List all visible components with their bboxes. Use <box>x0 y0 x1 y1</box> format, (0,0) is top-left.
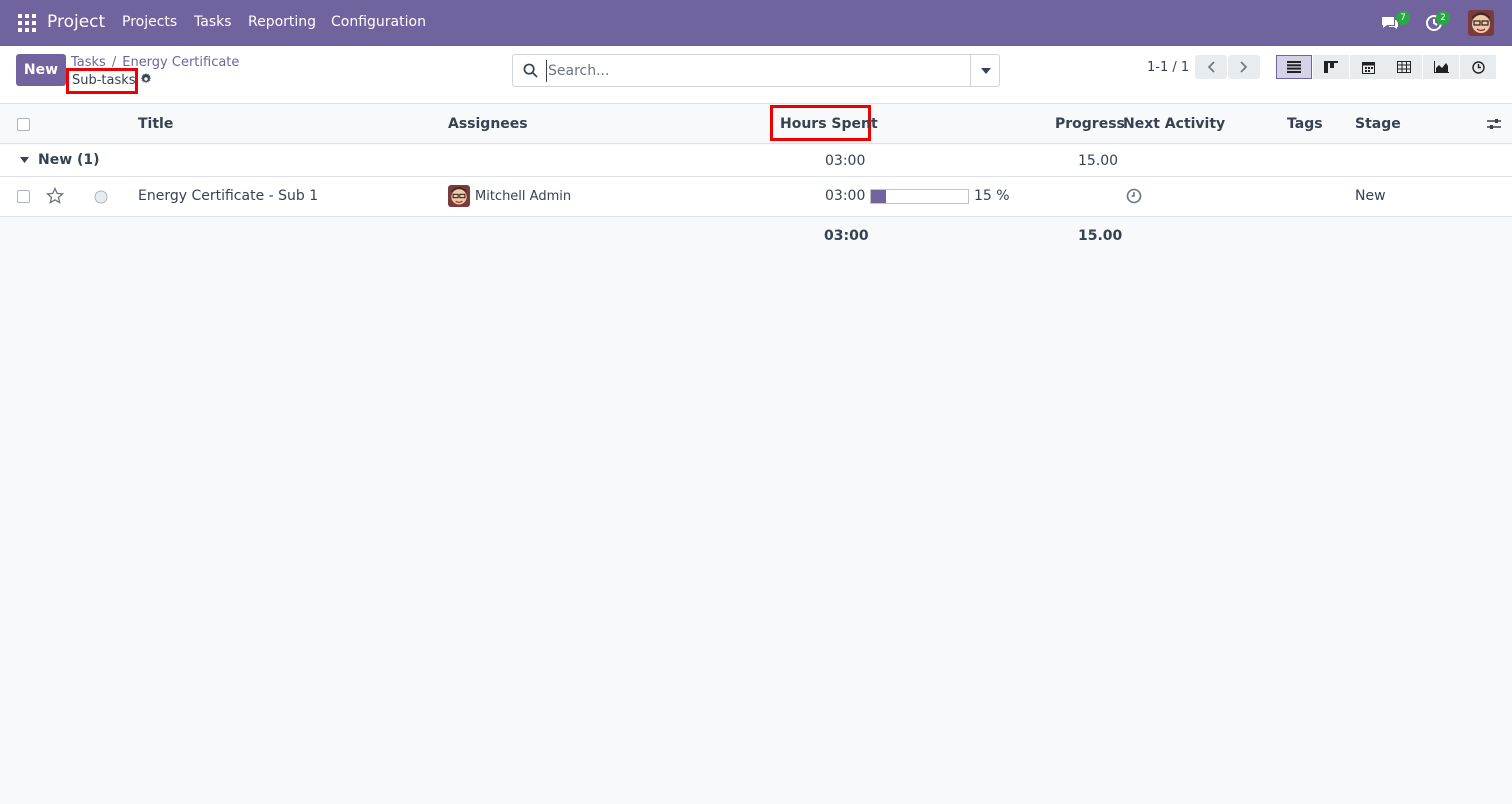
column-progress[interactable]: Progress <box>1055 116 1125 132</box>
menu-projects[interactable]: Projects <box>122 14 177 30</box>
progress-bar <box>870 189 969 204</box>
view-pivot-button[interactable] <box>1386 55 1422 79</box>
row-title: Energy Certificate - Sub 1 <box>138 188 319 204</box>
total-hours: 03:00 <box>824 228 869 244</box>
table-row[interactable]: Energy Certificate - Sub 1 Mitchell Admi… <box>0 177 1512 217</box>
search-options-toggle[interactable] <box>970 55 1000 86</box>
optional-columns-icon[interactable] <box>1487 117 1501 131</box>
view-list-button[interactable] <box>1276 55 1312 79</box>
group-label: New (1) <box>38 152 100 168</box>
chevron-right-icon <box>1240 61 1248 73</box>
total-progress: 15.00 <box>1078 228 1123 244</box>
column-stage[interactable]: Stage <box>1355 116 1401 132</box>
view-activity-button[interactable] <box>1460 55 1496 79</box>
search-icon <box>523 63 538 78</box>
search-bar <box>512 54 1000 87</box>
column-next-activity[interactable]: Next Activity <box>1123 116 1225 132</box>
pager-next-button[interactable] <box>1228 55 1260 79</box>
star-icon[interactable] <box>46 187 64 205</box>
top-navbar: Project Projects Tasks Reporting Configu… <box>0 0 1512 46</box>
list-header: Title Assignees Hours Spent Progress Nex… <box>0 105 1512 144</box>
page-title: Sub-tasks <box>66 68 138 94</box>
user-avatar[interactable] <box>1468 10 1494 36</box>
row-hours: 03:00 <box>825 188 866 204</box>
pager-previous-button[interactable] <box>1195 55 1227 79</box>
column-hours-spent[interactable]: Hours Spent <box>780 116 878 132</box>
group-progress: 15.00 <box>1078 153 1119 169</box>
list-footer: 03:00 15.00 <box>0 217 1512 253</box>
view-graph-button[interactable] <box>1423 55 1459 79</box>
app-brand[interactable]: Project <box>47 12 105 32</box>
pivot-view-icon <box>1397 61 1411 73</box>
select-all-checkbox[interactable] <box>17 118 30 131</box>
graph-view-icon <box>1433 61 1449 73</box>
menu-configuration[interactable]: Configuration <box>331 14 426 30</box>
group-hours: 03:00 <box>825 153 866 169</box>
row-stage: New <box>1355 188 1386 204</box>
gear-icon[interactable] <box>139 72 153 86</box>
pager-value[interactable]: 1-1 / 1 <box>1147 60 1189 75</box>
row-progress-label: 15 % <box>974 188 1010 204</box>
menu-reporting[interactable]: Reporting <box>248 14 316 30</box>
caret-down-icon <box>980 67 991 74</box>
status-circle-icon[interactable] <box>94 190 108 204</box>
row-checkbox[interactable] <box>17 190 30 203</box>
list-view-icon <box>1287 61 1301 73</box>
view-calendar-button[interactable] <box>1350 55 1386 79</box>
column-tags[interactable]: Tags <box>1287 116 1323 132</box>
kanban-view-icon <box>1324 61 1338 73</box>
chevron-left-icon <box>1207 61 1215 73</box>
progress-fill <box>871 190 886 203</box>
activity-view-icon <box>1471 60 1485 74</box>
breadcrumb-energy-certificate[interactable]: Energy Certificate <box>122 55 239 70</box>
column-assignees[interactable]: Assignees <box>448 116 528 132</box>
group-row[interactable]: New (1) 03:00 15.00 <box>0 145 1512 177</box>
calendar-view-icon <box>1361 61 1375 74</box>
column-title[interactable]: Title <box>138 116 173 132</box>
activities-badge: 2 <box>1436 11 1450 25</box>
view-kanban-button[interactable] <box>1313 55 1349 79</box>
row-assignee: Mitchell Admin <box>475 189 572 204</box>
clock-icon[interactable] <box>1126 188 1142 204</box>
menu-tasks[interactable]: Tasks <box>194 14 232 30</box>
apps-menu-icon[interactable] <box>18 14 36 32</box>
search-input[interactable] <box>546 60 966 82</box>
new-button[interactable]: New <box>16 54 66 86</box>
messages-badge: 7 <box>1396 11 1410 25</box>
avatar <box>448 185 470 207</box>
control-panel: New Tasks/Energy Certificate Sub-tasks 1… <box>0 46 1512 104</box>
caret-down-icon <box>20 157 29 163</box>
